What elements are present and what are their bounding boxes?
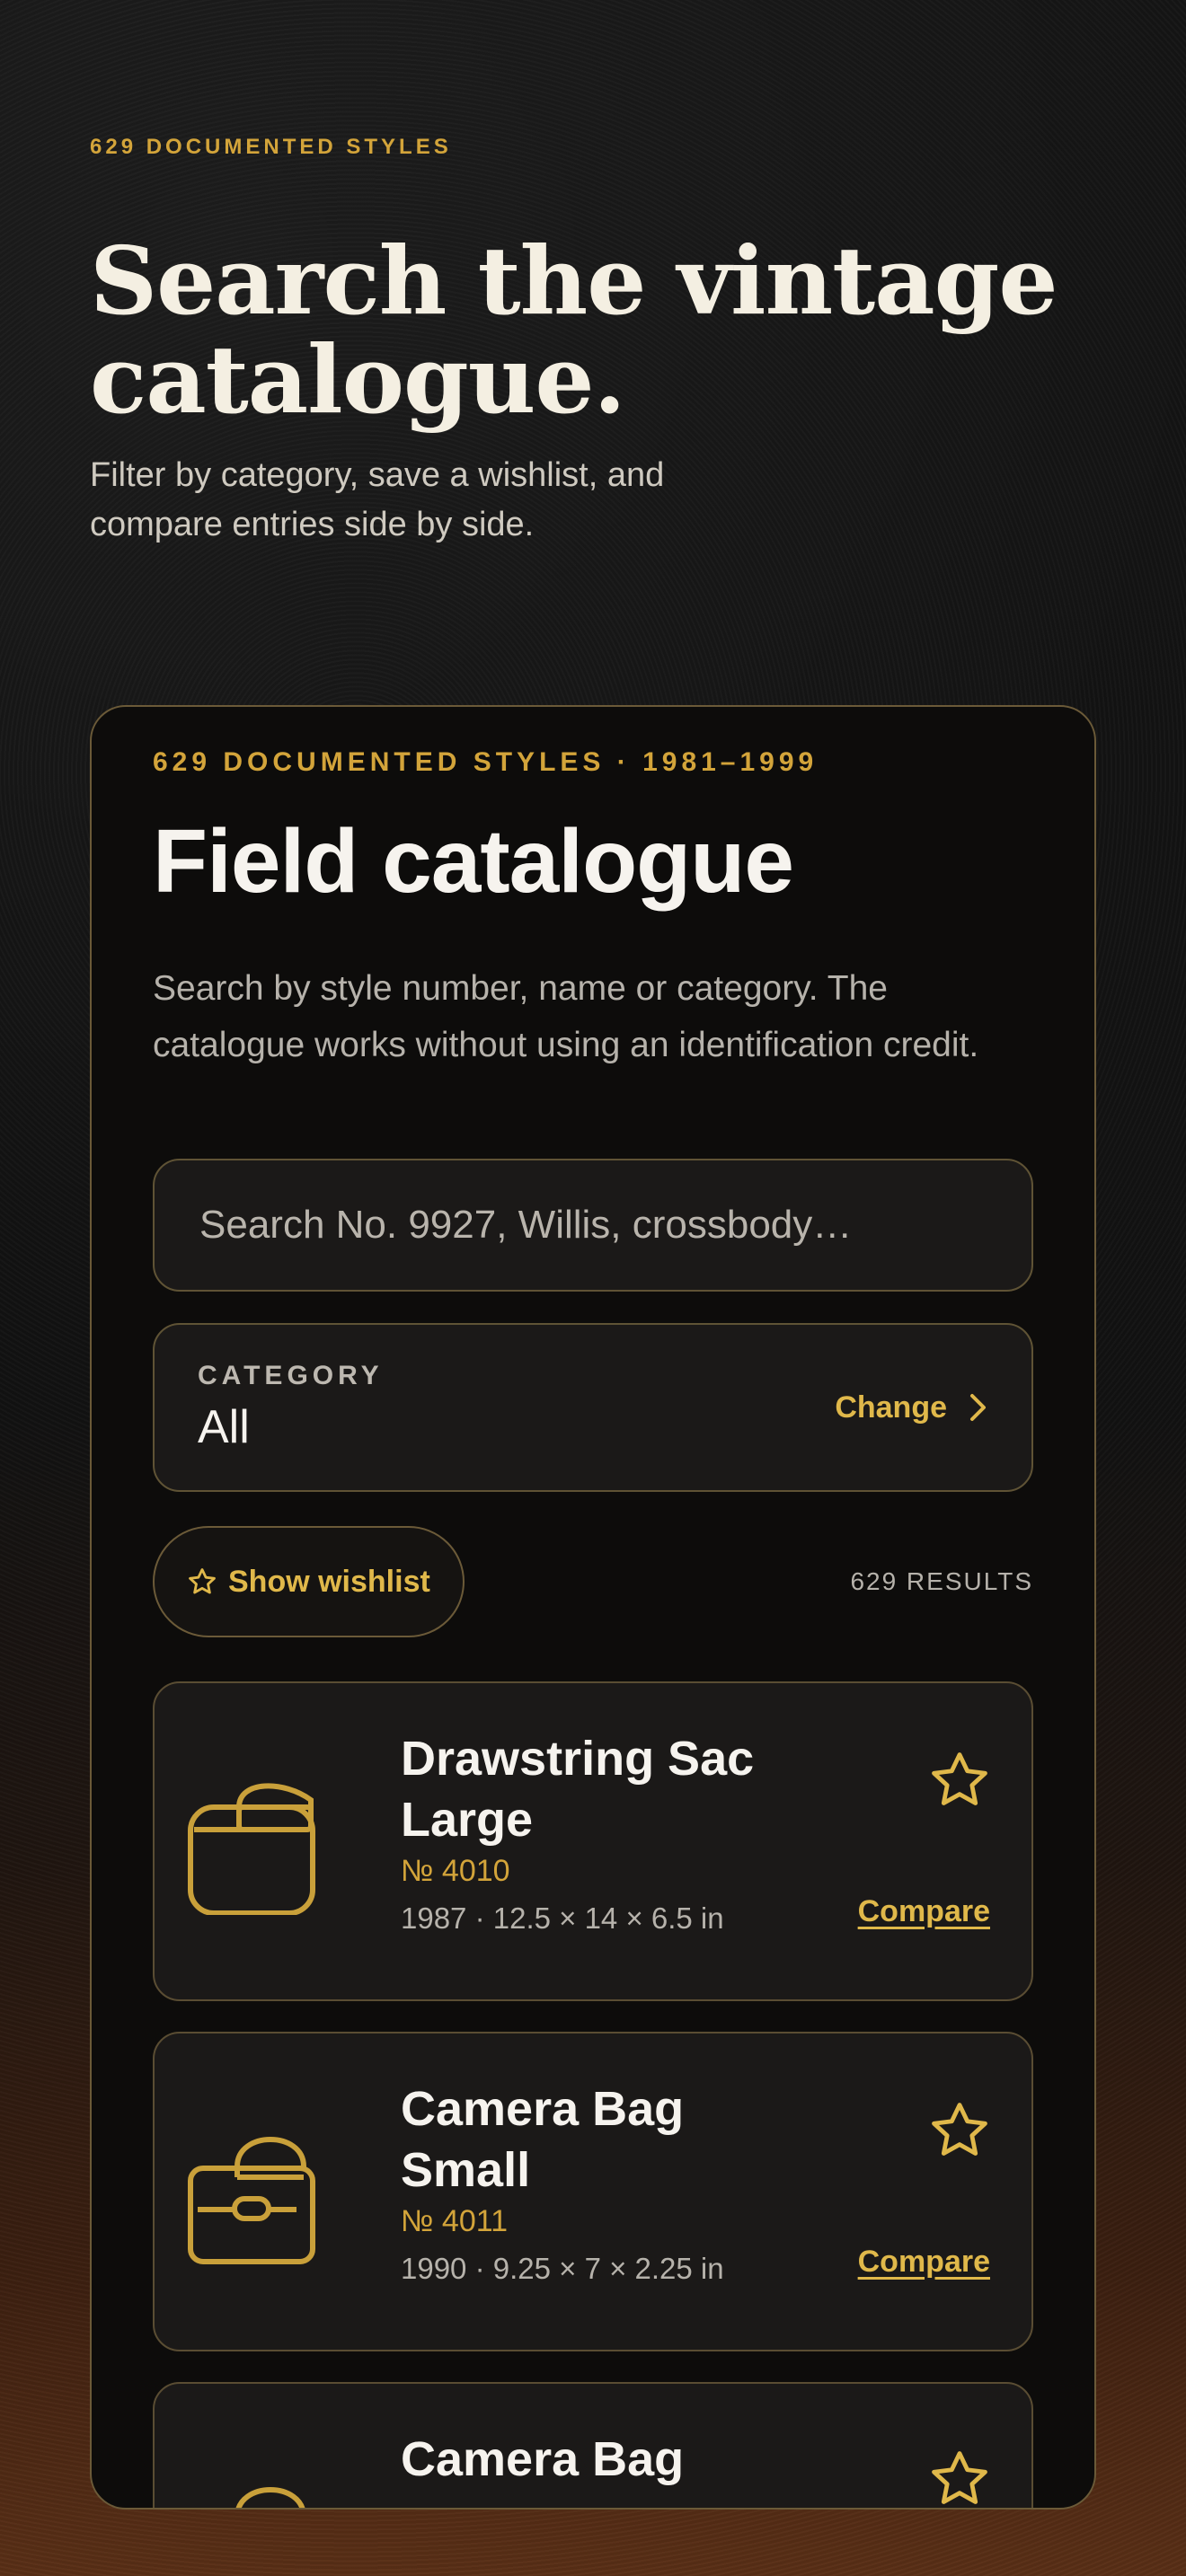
show-wishlist-label: Show wishlist [228, 1564, 430, 1599]
panel-description: Search by style number, name or category… [153, 969, 979, 1064]
hero-eyebrow: 629 DOCUMENTED STYLES [90, 135, 452, 159]
drawstring-bag-icon [188, 1783, 315, 1915]
panel-eyebrow: 629 DOCUMENTED STYLES · 1981–1999 [153, 747, 819, 777]
chevron-right-icon [970, 1394, 986, 1421]
star-icon[interactable] [927, 1748, 992, 1813]
catalogue-card[interactable]: Camera Bag Small № 4011 1990 · 9.25 × 7 … [153, 2032, 1033, 2351]
category-value: All [198, 1401, 250, 1453]
card-name: Drawstring Sac Large [401, 1732, 755, 1847]
card-name: Camera Bag Small [401, 2082, 685, 2197]
hero: 629 DOCUMENTED STYLES Search the vintage… [90, 135, 1078, 550]
hero-title: Search the vintage catalogue. [90, 225, 1058, 435]
show-wishlist-button[interactable]: Show wishlist [153, 1526, 465, 1637]
hero-subtitle: Filter by category, save a wishlist, and… [90, 456, 665, 543]
card-meta: 1990 · 9.25 × 7 × 2.25 in [401, 2252, 724, 2285]
card-meta: 1987 · 12.5 × 14 × 6.5 in [401, 1901, 724, 1935]
search-field[interactable] [153, 1159, 1033, 1292]
search-input[interactable] [198, 1202, 1031, 1248]
panel-title: Field catalogue [153, 811, 794, 912]
category-change-button[interactable]: Change [835, 1390, 988, 1425]
star-icon[interactable] [927, 2098, 992, 2163]
star-icon[interactable] [927, 2447, 992, 2510]
camera-bag-icon [235, 2487, 305, 2508]
catalogue-card[interactable]: Camera Bag [153, 2382, 1033, 2510]
results-count: 629 RESULTS [850, 1567, 1033, 1595]
catalogue-card[interactable]: Drawstring Sac Large № 4010 1987 · 12.5 … [153, 1681, 1033, 2001]
category-selector[interactable]: CATEGORY All Change [153, 1323, 1033, 1492]
card-number: № 4010 [401, 1854, 510, 1888]
category-change-label: Change [835, 1389, 947, 1425]
catalogue-panel: 629 DOCUMENTED STYLES · 1981–1999 Field … [90, 705, 1096, 2510]
category-label: CATEGORY [198, 1361, 384, 1390]
wishlist-row: Show wishlist 629 RESULTS [153, 1526, 1033, 1637]
camera-bag-icon [188, 2137, 315, 2264]
card-name: Camera Bag [401, 2432, 685, 2486]
compare-link[interactable]: Compare [858, 2245, 990, 2280]
star-icon [189, 1568, 216, 1594]
compare-link[interactable]: Compare [858, 1894, 990, 1929]
card-number: № 4011 [401, 2204, 509, 2238]
